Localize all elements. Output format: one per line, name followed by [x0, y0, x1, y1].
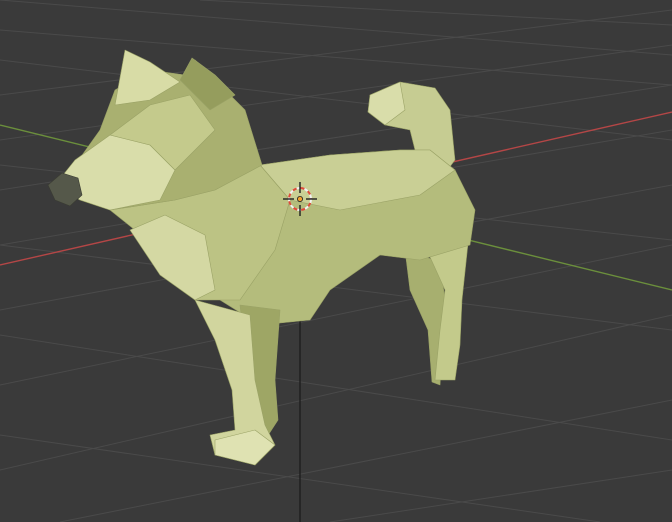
3d-viewport[interactable]: [0, 0, 672, 522]
viewport-canvas[interactable]: [0, 0, 672, 522]
